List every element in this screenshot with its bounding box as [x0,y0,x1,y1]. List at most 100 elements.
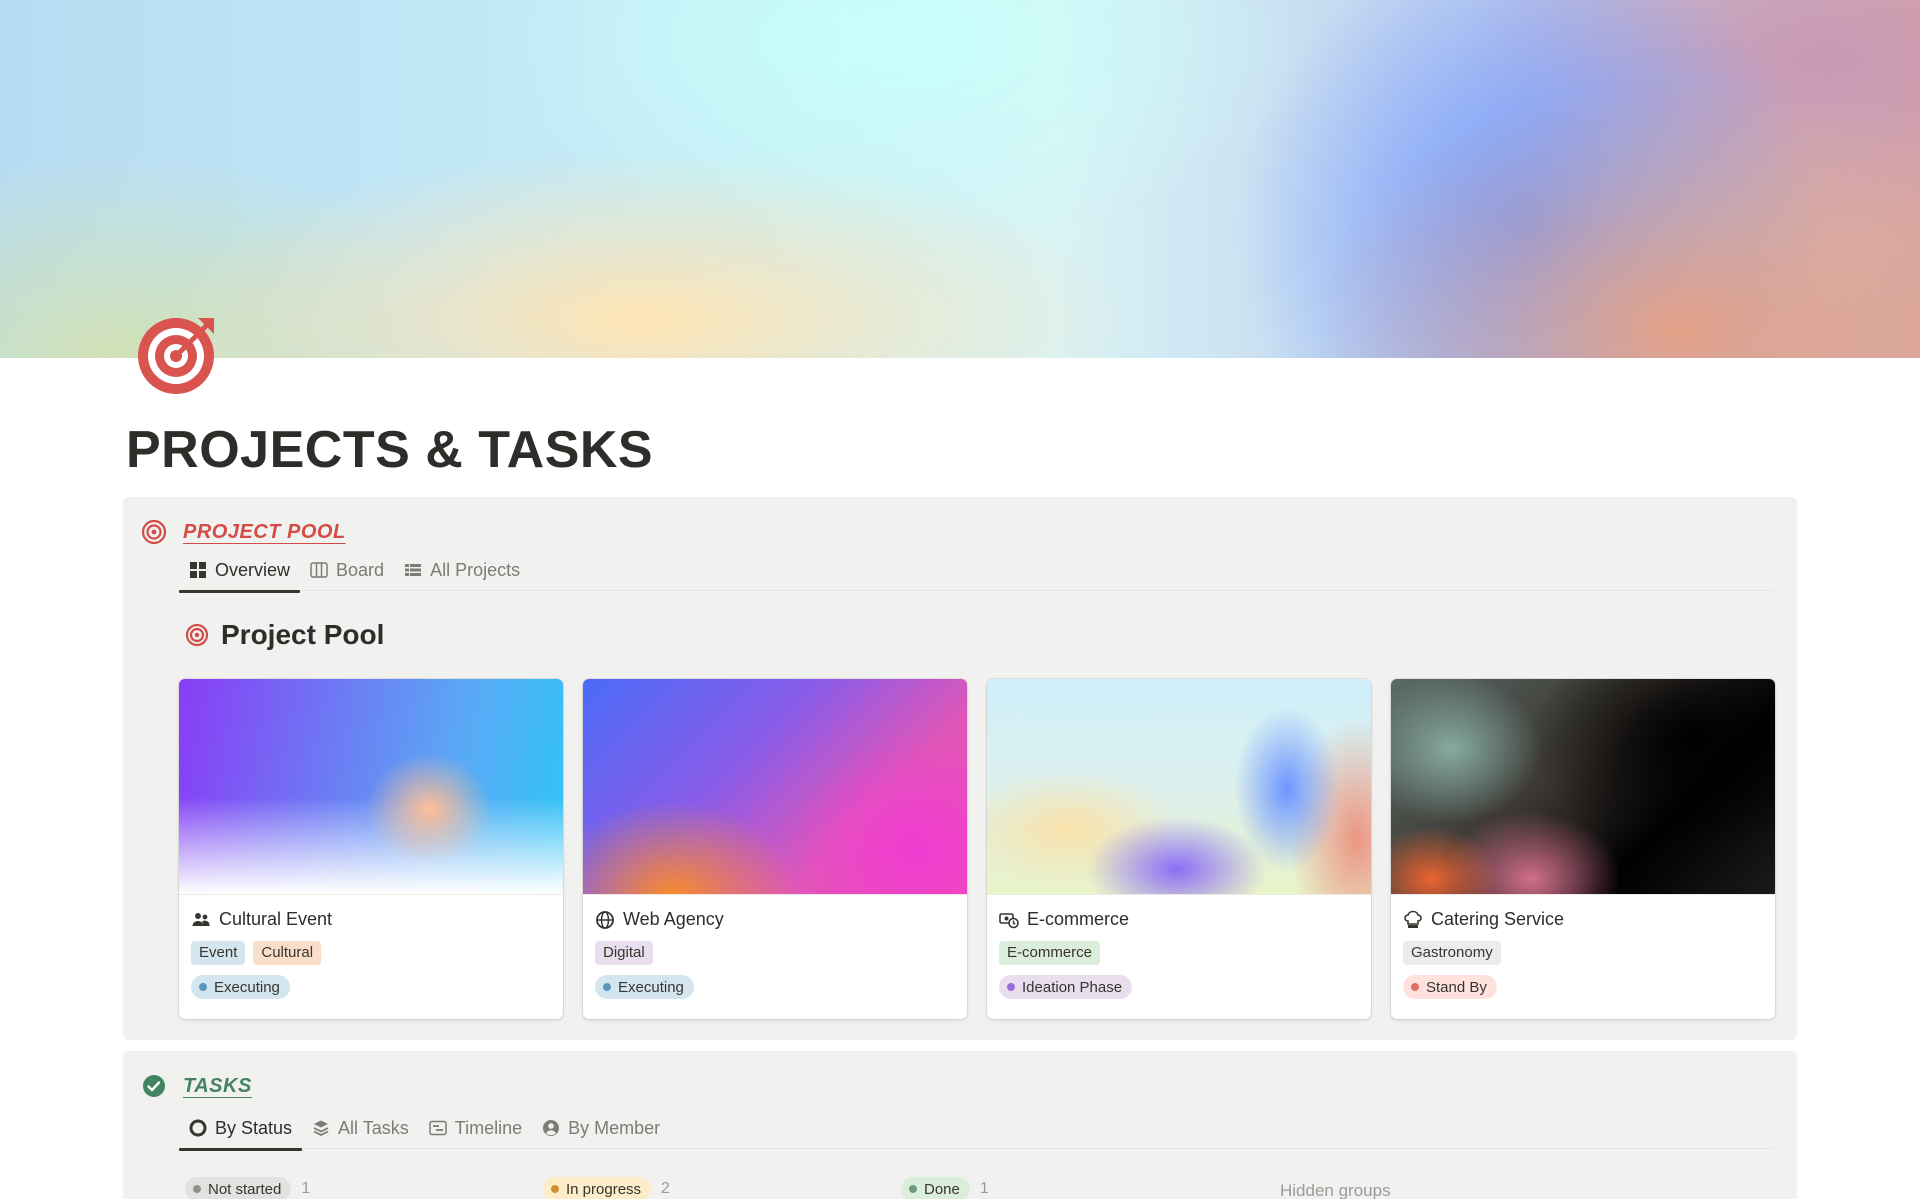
status-pill: Stand By [1403,975,1497,999]
tab-label: All Projects [430,559,521,580]
card-title-text: Cultural Event [219,909,333,929]
status-dot [199,983,207,991]
tab-label: By Status [215,1117,293,1138]
target-icon [185,623,209,647]
card-title: Web Agency [595,909,724,930]
tasks-header: TASKS [141,1073,252,1099]
circle-icon [189,1119,207,1137]
status-pill: Executing [191,975,290,999]
project-gallery: Cultural Event Event Cultural Executing [179,679,1775,1019]
user-circle-icon [543,1120,560,1136]
status-pill: Done [901,1177,970,1199]
tab-label: Overview [215,559,291,580]
tab-by-status[interactable]: By Status [179,1107,303,1151]
status-dot [551,1185,559,1193]
card-tags: Gastronomy [1403,941,1501,965]
project-card-web-agency[interactable]: Web Agency Digital Executing [583,679,967,1019]
project-card-catering-service[interactable]: Catering Service Gastronomy Stand By [1391,679,1775,1019]
check-circle-icon [143,1075,165,1097]
card-cover-image [179,679,563,895]
status-badge: Executing [595,975,694,999]
project-pool-callout: PROJECT POOL Overview Board All Projects… [123,497,1797,1040]
tab-label: By Member [568,1117,661,1138]
project-card-cultural-event[interactable]: Cultural Event Event Cultural Executing [179,679,563,1019]
tab-label: Timeline [454,1117,523,1138]
page-cover [0,0,1920,358]
page-title: PROJECTS & TASKS [126,421,654,479]
card-title: E-commerce [999,909,1129,930]
table-list-icon [405,564,422,576]
card-cover-image [987,679,1371,895]
tag: Gastronomy [1403,941,1501,965]
board-columns-icon [310,562,328,578]
tag: Cultural [253,941,322,965]
group-not-started[interactable]: Not started 1 [185,1177,543,1199]
tab-timeline[interactable]: Timeline [419,1107,532,1149]
tag: Digital [595,941,653,965]
project-pool-header: PROJECT POOL [141,519,346,545]
tasks-view-tabs: By Status All Tasks Timeline By Member [179,1107,1773,1151]
group-label: Not started [208,1180,282,1198]
status-dot [193,1185,201,1193]
status-dot [603,983,611,991]
status-dot [1007,983,1015,991]
group-label: In progress [566,1180,642,1198]
project-pool-view-tabs: Overview Board All Projects [179,549,1773,593]
chef-hat-icon [1404,910,1422,928]
status-label: Ideation Phase [1022,978,1123,996]
tab-board[interactable]: Board [300,549,394,591]
group-count: 2 [661,1180,670,1197]
group-in-progress[interactable]: In progress 2 [543,1177,901,1199]
people-icon [192,912,210,926]
card-tags: Digital [595,941,653,965]
project-pool-link[interactable]: PROJECT POOL [183,521,346,544]
grid-icon [190,562,206,578]
target-icon [141,519,167,545]
card-title: Catering Service [1403,909,1564,930]
globe-icon [596,910,614,929]
group-label: Done [924,1180,960,1198]
group-count: 1 [301,1180,311,1197]
status-pill: Executing [595,975,694,999]
timeline-icon [429,1120,447,1136]
group-count: 1 [979,1180,989,1197]
status-pill: Ideation Phase [999,975,1133,999]
status-badge: Executing [191,975,290,999]
status-badge: Ideation Phase [999,975,1133,999]
view-title-text: Project Pool [221,619,385,650]
card-title-text: Catering Service [1431,909,1565,929]
board-groups: Not started 1 In progress 2 Done 1 [185,1177,1259,1199]
tab-label: Board [336,559,385,580]
tag: E-commerce [999,941,1101,965]
status-dot [1411,983,1419,991]
card-title: Cultural Event [191,909,332,930]
tasks-link[interactable]: TASKS [183,1075,252,1098]
layers-icon [313,1120,329,1137]
tab-all-tasks[interactable]: All Tasks [302,1107,419,1149]
status-pill: In progress [543,1177,652,1199]
card-tags: Event Cultural [191,941,322,965]
status-label: Executing [214,978,280,996]
view-title: Project Pool [185,619,384,651]
tab-by-member[interactable]: By Member [532,1107,670,1149]
tab-all-projects[interactable]: All Projects [394,549,530,591]
tag: Event [191,941,246,965]
project-card-e-commerce[interactable]: E-commerce E-commerce Ideation Phase [987,679,1371,1019]
card-title-text: E-commerce [1027,909,1130,929]
card-tags: E-commerce [999,941,1101,965]
tab-label: All Tasks [338,1117,409,1138]
status-label: Executing [618,978,684,996]
status-badge: Stand By [1403,975,1497,999]
money-cycle-icon [999,912,1019,928]
hidden-groups-label[interactable]: Hidden groups [1280,1181,1391,1199]
tasks-callout: TASKS By Status All Tasks Timeline By Me… [123,1051,1797,1199]
status-label: Stand By [1426,978,1487,996]
tab-overview[interactable]: Overview [179,549,301,593]
status-pill: Not started [185,1177,292,1199]
card-cover-image [583,679,967,895]
card-title-text: Web Agency [623,909,724,929]
card-cover-image [1391,679,1775,895]
status-dot [909,1185,917,1193]
group-done[interactable]: Done 1 [901,1177,1259,1199]
target-icon[interactable] [136,312,220,396]
